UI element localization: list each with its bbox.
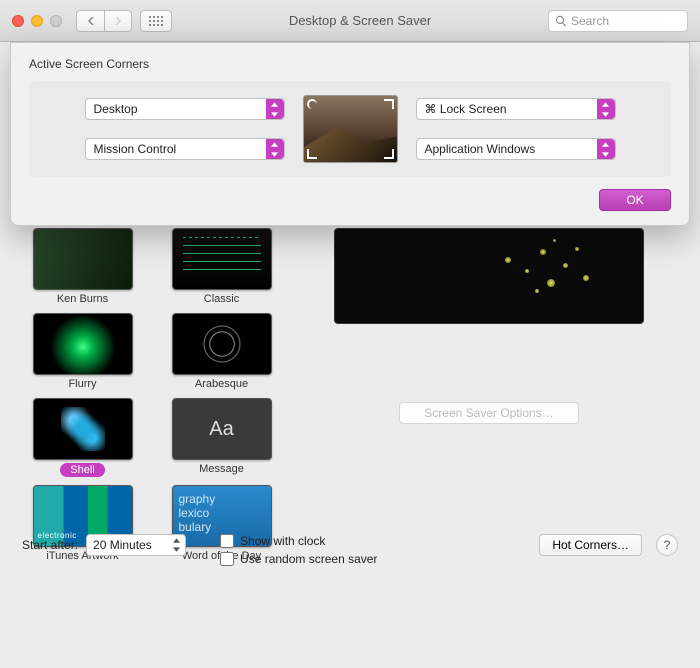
chevron-right-icon: [114, 17, 122, 25]
screensaver-item-ken-burns[interactable]: Ken Burns: [22, 228, 143, 305]
random-screensaver-input[interactable]: [220, 552, 234, 566]
top-right-corner-popup[interactable]: ⌘ Lock Screen: [416, 98, 616, 120]
bottom-right-value: Application Windows: [425, 142, 536, 156]
search-icon: [555, 15, 567, 27]
chevron-down-icon: [602, 152, 609, 157]
ok-button[interactable]: OK: [599, 189, 671, 211]
popup-stepper-icon: [597, 99, 615, 119]
corner-indicator-tl: [307, 99, 317, 109]
corners-body: Desktop Mission Control ⌘ Lock Screen Ap…: [29, 81, 671, 177]
back-button[interactable]: [76, 10, 104, 32]
label-shell: Shell: [60, 463, 104, 477]
show-with-clock-checkbox[interactable]: Show with clock: [220, 534, 377, 548]
corner-indicator-bl: [307, 149, 317, 159]
checkbox-group: Show with clock Use random screen saver: [220, 534, 377, 566]
popup-stepper-icon: [597, 139, 615, 159]
popup-stepper-icon: [266, 139, 284, 159]
hot-corners-button[interactable]: Hot Corners…: [539, 534, 642, 556]
bottom-left-value: Mission Control: [94, 142, 177, 156]
thumbnail-arabesque: [172, 313, 272, 375]
close-window-button[interactable]: [12, 15, 24, 27]
active-screen-corners-sheet: Active Screen Corners Desktop Mission Co…: [10, 42, 690, 226]
zoom-window-button[interactable]: [50, 15, 62, 27]
thumbnail-ken-burns: [33, 228, 133, 290]
screensaver-options-button[interactable]: Screen Saver Options…: [399, 402, 579, 424]
label-message: Message: [199, 463, 244, 475]
screensaver-item-flurry[interactable]: Flurry: [22, 313, 143, 390]
chevron-down-icon: [173, 547, 180, 552]
start-after-popup[interactable]: 20 Minutes: [86, 534, 186, 556]
traffic-lights: [12, 15, 62, 27]
message-glyph: Aa: [209, 418, 233, 441]
random-screensaver-checkbox[interactable]: Use random screen saver: [220, 552, 377, 566]
chevron-up-icon: [602, 142, 609, 147]
corner-indicator-tr: [384, 99, 394, 109]
left-column: Desktop Mission Control: [85, 98, 285, 160]
nav-buttons: [76, 10, 132, 32]
label-classic: Classic: [204, 293, 239, 305]
top-left-value: Desktop: [94, 102, 138, 116]
screensaver-preview: [334, 228, 644, 324]
footer-controls: Start after: 20 Minutes Show with clock …: [22, 534, 678, 566]
forward-button[interactable]: [104, 10, 132, 32]
minimize-window-button[interactable]: [31, 15, 43, 27]
help-button[interactable]: ?: [656, 534, 678, 556]
label-ken-burns: Ken Burns: [57, 293, 108, 305]
chevron-down-icon: [271, 112, 278, 117]
show-with-clock-label: Show with clock: [240, 534, 325, 548]
chevron-up-icon: [271, 142, 278, 147]
stepper-icon: [169, 536, 183, 554]
start-after-value: 20 Minutes: [93, 538, 152, 552]
preview-pane: Screen Saver Options…: [300, 228, 678, 668]
show-with-clock-input[interactable]: [220, 534, 234, 548]
show-all-button[interactable]: [140, 10, 172, 32]
popup-stepper-icon: [266, 99, 284, 119]
screensaver-item-classic[interactable]: Classic: [161, 228, 282, 305]
screensaver-list: Ken Burns Classic Flurry Arabesque Shell: [22, 228, 282, 668]
sheet-heading: Active Screen Corners: [29, 57, 671, 71]
chevron-up-icon: [173, 538, 180, 543]
thumbnail-classic: [172, 228, 272, 290]
chevron-down-icon: [271, 152, 278, 157]
screensaver-item-shell[interactable]: Shell: [22, 398, 143, 477]
chevron-up-icon: [271, 102, 278, 107]
search-placeholder: Search: [571, 14, 609, 28]
search-field[interactable]: Search: [548, 10, 688, 32]
chevron-left-icon: [87, 17, 95, 25]
window-toolbar: Desktop & Screen Saver Search: [0, 0, 700, 42]
start-after-label: Start after:: [22, 538, 78, 552]
label-arabesque: Arabesque: [195, 378, 248, 390]
label-flurry: Flurry: [68, 378, 96, 390]
screensaver-item-message[interactable]: Aa Message: [161, 398, 282, 477]
corner-indicator-br: [384, 149, 394, 159]
chevron-up-icon: [602, 102, 609, 107]
top-left-corner-popup[interactable]: Desktop: [85, 98, 285, 120]
screensaver-item-arabesque[interactable]: Arabesque: [161, 313, 282, 390]
bottom-left-corner-popup[interactable]: Mission Control: [85, 138, 285, 160]
thumbnail-flurry: [33, 313, 133, 375]
random-screensaver-label: Use random screen saver: [240, 552, 377, 566]
thumbnail-shell: [33, 398, 133, 460]
window-title: Desktop & Screen Saver: [180, 13, 540, 28]
chevron-down-icon: [602, 112, 609, 117]
start-after-group: Start after: 20 Minutes: [22, 534, 186, 556]
right-column: ⌘ Lock Screen Application Windows: [416, 98, 616, 160]
grid-icon: [149, 16, 163, 26]
screen-thumbnail: [303, 95, 398, 163]
thumbnail-message: Aa: [172, 398, 272, 460]
bottom-right-corner-popup[interactable]: Application Windows: [416, 138, 616, 160]
top-right-value: ⌘ Lock Screen: [425, 102, 507, 116]
